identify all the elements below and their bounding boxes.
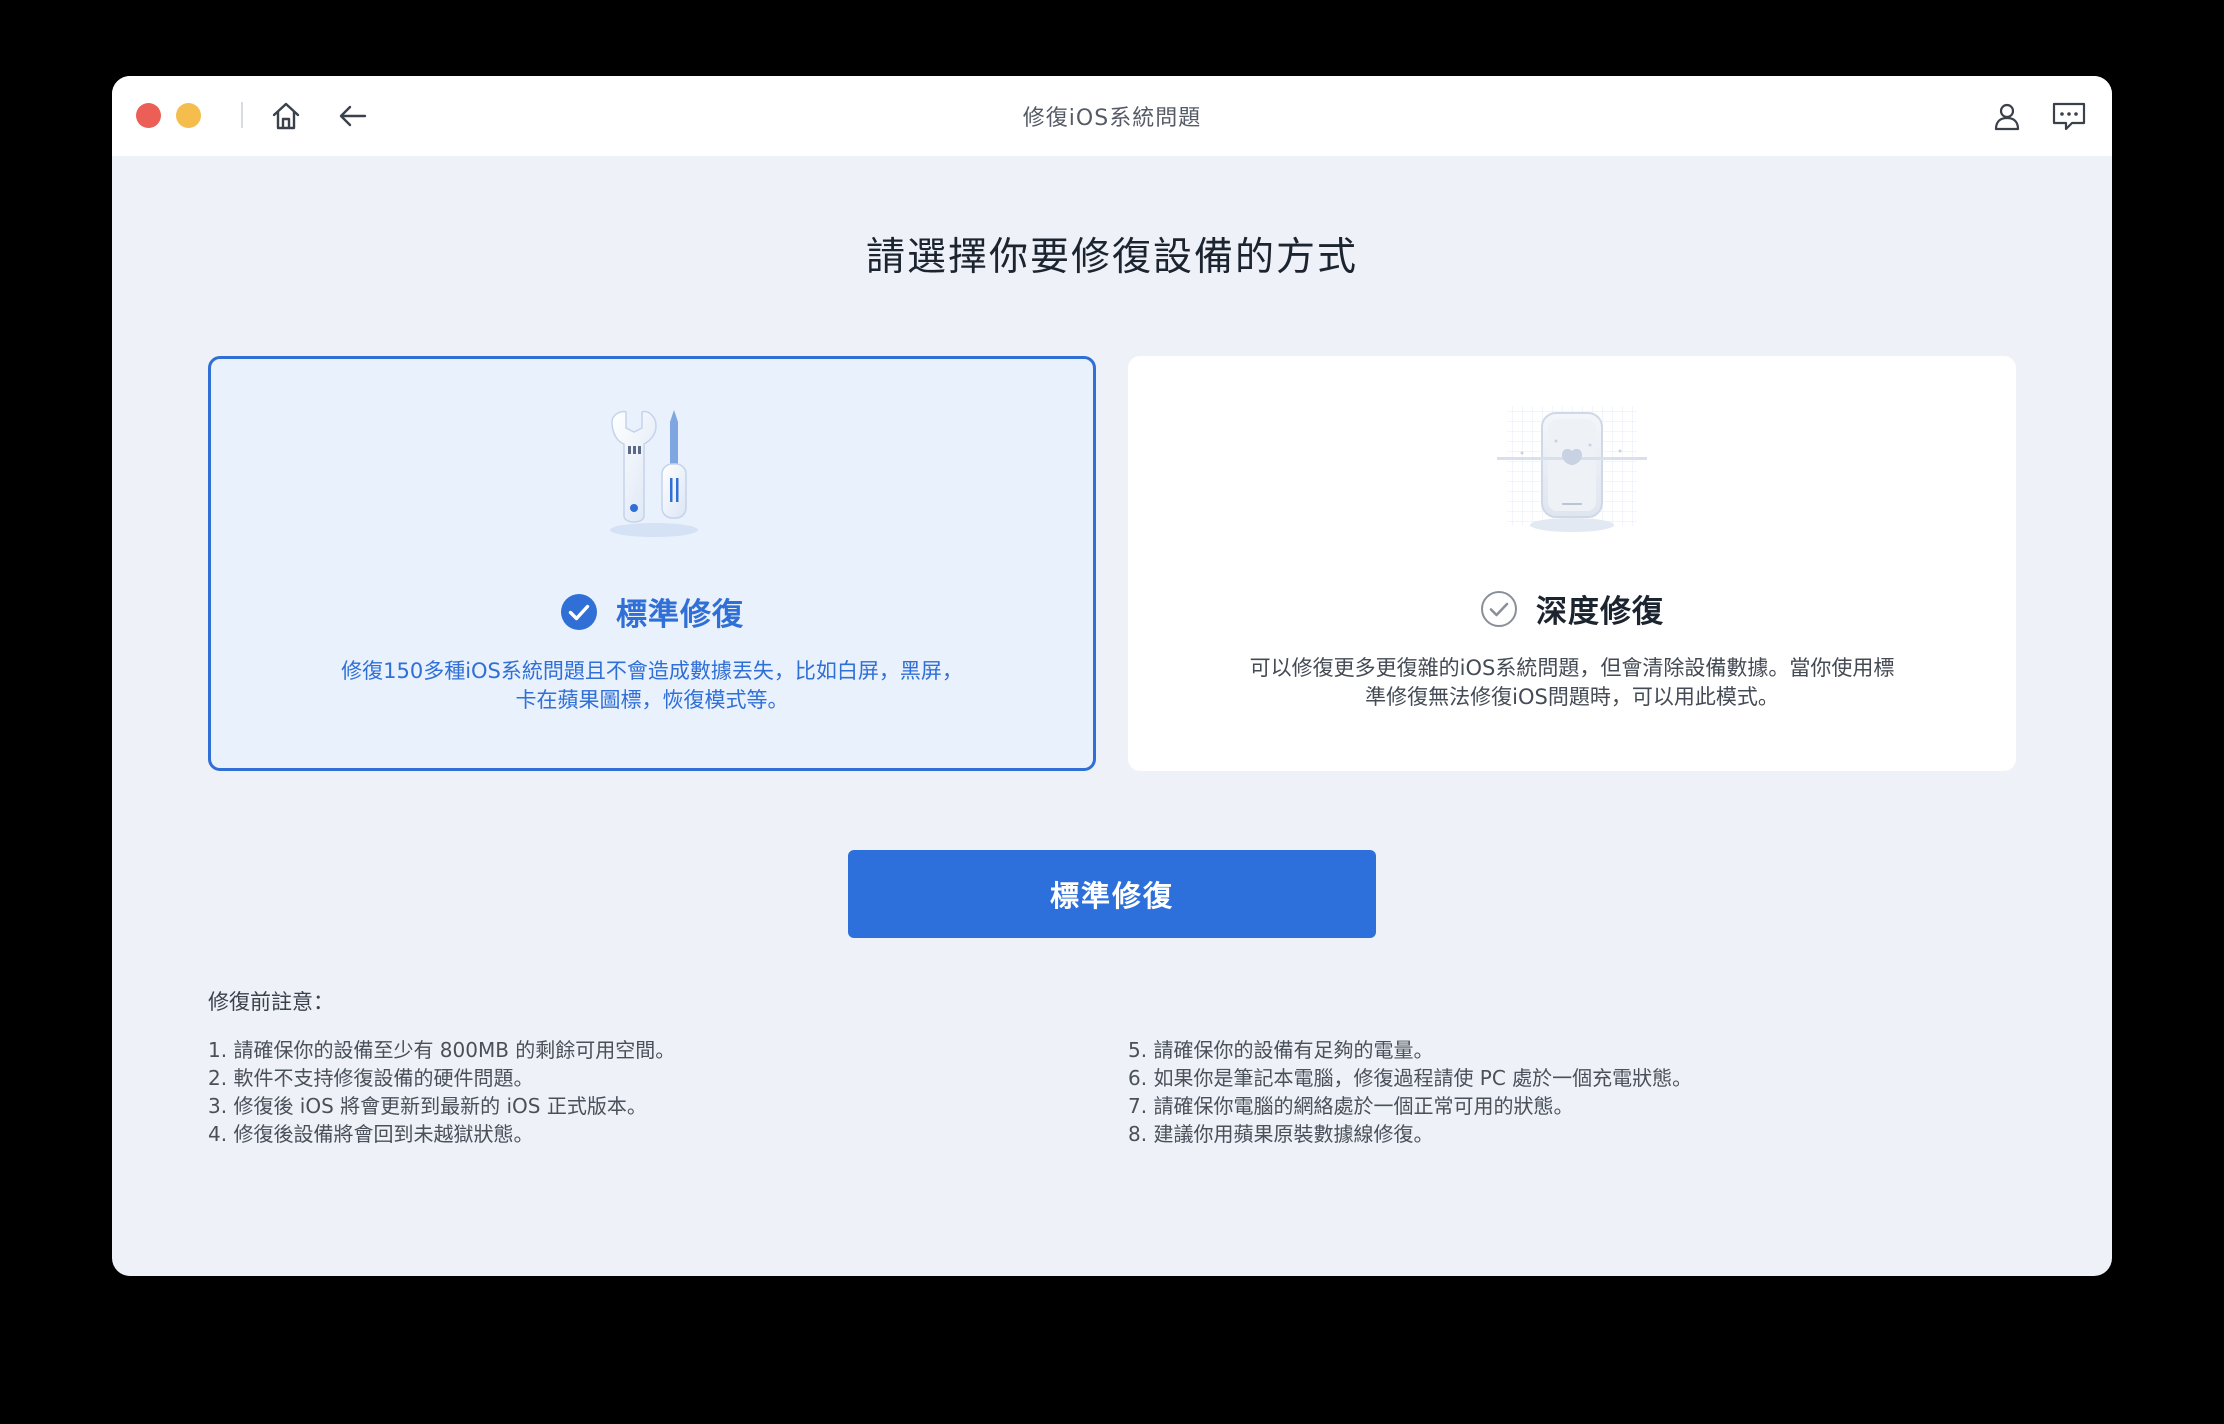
note-item: 1. 請確保你的設備至少有 800MB 的剩餘可用空間。 — [208, 1038, 676, 1062]
notes-list-right: 5. 請確保你的設備有足夠的電量。 6. 如果你是筆記本電腦，修復過程請使 PC… — [1128, 1036, 1692, 1148]
note-item: 8. 建議你用蘋果原裝數據線修復。 — [1128, 1122, 1434, 1146]
card-illustration — [211, 404, 1093, 544]
user-icon — [1994, 103, 2020, 131]
note-item: 2. 軟件不支持修復設備的硬件問題。 — [208, 1066, 534, 1090]
note-item: 6. 如果你是筆記本電腦，修復過程請使 PC 處於一個充電狀態。 — [1128, 1066, 1693, 1090]
card-illustration — [1128, 401, 2016, 541]
check-circle-filled-icon — [561, 593, 597, 630]
note-item: 7. 請確保你電腦的網絡處於一個正常可用的狀態。 — [1128, 1094, 1574, 1118]
deep-repair-card[interactable]: 深度修復 可以修復更多更復雜的iOS系統問題，但會清除設備數據。當你使用標準修復… — [1128, 356, 2016, 771]
note-item: 4. 修復後設備將會回到未越獄狀態。 — [208, 1122, 534, 1146]
card-title-row: 深度修復 — [1128, 586, 2016, 631]
page-heading: 請選擇你要修復設備的方式 — [865, 235, 1358, 280]
start-repair-button[interactable]: 標準修復 — [848, 850, 1376, 938]
note-item: 3. 修復後 iOS 將會更新到最新的 iOS 正式版本。 — [208, 1094, 647, 1118]
title-bar: 修復iOS系統問題 — [112, 76, 2112, 156]
chat-bubble-icon — [2052, 102, 2086, 131]
card-title-row: 標準修復 — [211, 589, 1093, 634]
phone-scan-icon — [1497, 406, 1647, 532]
wrench-screwdriver-icon — [610, 410, 698, 537]
deep-repair-description: 可以修復更多更復雜的iOS系統問題，但會清除設備數據。當你使用標準修復無法修復i… — [1249, 656, 1895, 709]
account-button[interactable] — [1987, 96, 2027, 136]
deep-repair-title: 深度修復 — [1536, 594, 1664, 630]
notes-list-left: 1. 請確保你的設備至少有 800MB 的剩餘可用空間。 2. 軟件不支持修復設… — [208, 1036, 675, 1148]
standard-repair-title: 標準修復 — [616, 597, 744, 633]
check-circle-outline-icon — [1481, 590, 1517, 627]
feedback-button[interactable] — [2049, 96, 2089, 136]
notes-title: 修復前註意： — [208, 990, 334, 1014]
standard-repair-description: 修復150多種iOS系統問題且不會造成數據丟失，比如白屏，黑屏，卡在蘋果圖標，恢… — [341, 659, 963, 712]
note-item: 5. 請確保你的設備有足夠的電量。 — [1128, 1038, 1434, 1062]
standard-repair-card[interactable]: 標準修復 修復150多種iOS系統問題且不會造成數據丟失，比如白屏，黑屏，卡在蘋… — [208, 356, 1096, 771]
window-title: 修復iOS系統問題 — [1022, 106, 1202, 131]
app-window: 修復iOS系統問題 請選擇你要修復設備的方式 標準修復 修復150多種iOS系統… — [112, 76, 2112, 1276]
